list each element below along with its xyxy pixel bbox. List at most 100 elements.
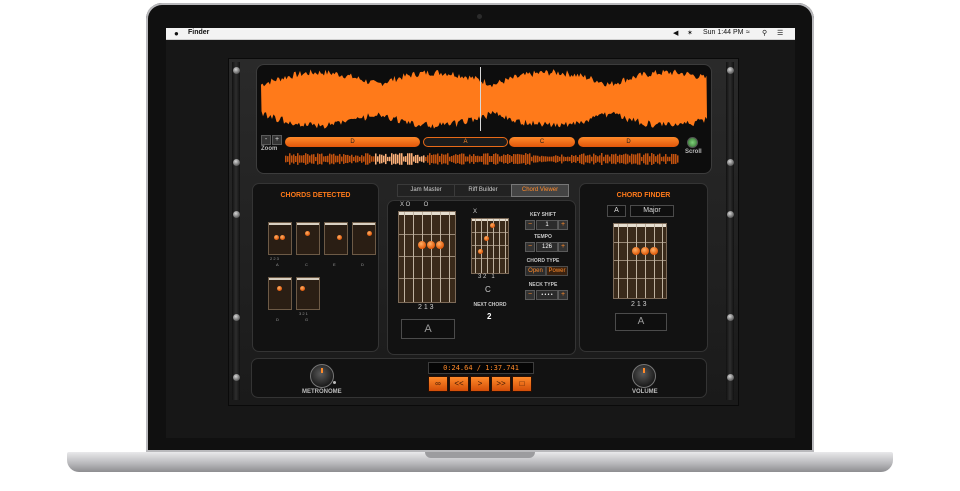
chord-thumb-label: E — [333, 262, 336, 267]
chord-thumb-d2[interactable] — [268, 277, 292, 310]
fast-forward-button[interactable]: >> — [491, 376, 511, 392]
chord-type-label: CHORD TYPE — [526, 258, 560, 264]
tempo-value[interactable]: 126 — [536, 242, 558, 252]
finger-dot — [436, 241, 444, 249]
stop-button[interactable]: □ — [512, 376, 532, 392]
neck-type-minus[interactable]: − — [525, 290, 535, 300]
overview-bar — [291, 155, 293, 163]
tempo-minus[interactable]: − — [525, 242, 535, 252]
tab-jam-master[interactable]: Jam Master — [397, 184, 455, 197]
menu-clock[interactable]: Sun 1:44 PM — [703, 29, 743, 36]
tempo-plus[interactable]: + — [558, 242, 568, 252]
overview-bar — [355, 155, 357, 163]
neck-type-value[interactable]: • • • • — [536, 290, 558, 300]
overview-bar — [315, 156, 317, 162]
overview-bar — [361, 155, 363, 163]
next-chord-diagram[interactable] — [471, 218, 509, 274]
overview-bar — [427, 155, 429, 163]
overview-bar — [409, 153, 411, 165]
play-button[interactable]: > — [470, 376, 490, 392]
overview-bar — [367, 153, 369, 165]
quality-select[interactable]: Major — [630, 205, 674, 217]
overview-bar — [477, 155, 479, 163]
overview-bar — [669, 156, 671, 162]
rewind-button[interactable]: << — [449, 376, 469, 392]
laptop-notch — [425, 452, 535, 458]
main-waveform[interactable] — [261, 69, 707, 129]
chord-type-power[interactable]: Power — [546, 266, 568, 276]
key-shift-minus[interactable]: − — [525, 220, 535, 230]
neck-type-plus[interactable]: + — [558, 290, 568, 300]
playhead[interactable] — [480, 67, 481, 131]
overview-waveform[interactable] — [285, 153, 679, 165]
overview-bar — [613, 154, 615, 164]
bluetooth-icon[interactable]: ✶ — [687, 29, 693, 37]
volume-knob[interactable] — [632, 364, 656, 388]
overview-bar — [451, 155, 453, 163]
key-shift-plus[interactable]: + — [558, 220, 568, 230]
neck-type-label: NECK TYPE — [528, 282, 558, 288]
overview-bar — [405, 156, 407, 162]
metronome-knob[interactable] — [310, 364, 334, 388]
overview-bar — [349, 155, 351, 163]
root-select[interactable]: A — [607, 205, 626, 217]
chord-thumb-fingers: 2 2 3 — [270, 256, 279, 261]
section-segment[interactable]: D — [285, 137, 420, 147]
wifi-icon[interactable]: ≈ — [746, 29, 750, 36]
screw — [233, 211, 240, 218]
segment-label: C — [539, 139, 545, 145]
overview-bar — [571, 154, 573, 164]
overview-bar — [623, 154, 625, 164]
section-segment[interactable]: D — [578, 137, 679, 147]
chord-thumb-e[interactable] — [324, 222, 348, 255]
search-icon[interactable]: ⚲ — [762, 29, 767, 37]
screen: ● Finder ◀ ✶ Sun 1:44 PM ≈ ⚲ ☰ - + Zoom — [166, 28, 795, 438]
apple-menu-icon[interactable]: ● — [174, 29, 179, 38]
chord-thumb-a[interactable] — [268, 222, 292, 255]
overview-bar — [507, 154, 509, 164]
scroll-button[interactable] — [687, 137, 698, 148]
string-markers-small: X — [473, 209, 478, 215]
overview-bar — [527, 154, 529, 164]
section-segment-active[interactable]: A — [423, 137, 508, 147]
tab-chord-viewer[interactable]: Chord Viewer — [511, 184, 569, 197]
app-name[interactable]: Finder — [188, 29, 209, 36]
chord-thumb-d[interactable] — [352, 222, 376, 255]
loop-button[interactable]: ∞ — [428, 376, 448, 392]
overview-bar — [671, 153, 673, 165]
overview-bar — [517, 153, 519, 165]
overview-bar — [399, 153, 401, 165]
chord-thumb-g[interactable] — [296, 277, 320, 310]
overview-bar — [383, 155, 385, 163]
current-chord-diagram[interactable] — [398, 211, 456, 303]
overview-bar — [567, 156, 569, 162]
overview-bar — [309, 155, 311, 163]
overview-bar — [357, 155, 359, 163]
overview-bar — [381, 154, 383, 164]
key-shift-value[interactable]: 1 — [536, 220, 558, 230]
mode-tabs: Jam Master Riff Builder Chord Viewer — [397, 184, 569, 197]
screw — [233, 314, 240, 321]
overview-bar — [301, 155, 303, 163]
overview-bar — [581, 153, 583, 165]
volume-icon[interactable]: ◀ — [673, 29, 678, 37]
screw — [727, 374, 734, 381]
tab-riff-builder[interactable]: Riff Builder — [454, 184, 512, 197]
overview-bar — [319, 154, 321, 164]
screw — [233, 67, 240, 74]
overview-bar — [627, 154, 629, 164]
overview-bar — [543, 156, 545, 162]
overview-bar — [335, 155, 337, 163]
zoom-in-button[interactable]: + — [272, 135, 282, 145]
overview-bar — [415, 155, 417, 163]
menu-icon[interactable]: ☰ — [777, 29, 783, 37]
overview-bar — [579, 154, 581, 164]
chord-type-open[interactable]: Open — [525, 266, 546, 276]
segment-label: D — [626, 139, 631, 145]
zoom-out-button[interactable]: - — [261, 135, 271, 145]
right-rail — [726, 62, 734, 400]
finder-chord-diagram[interactable] — [613, 223, 667, 299]
plugin-window: - + Zoom D A C D Scroll CHORDS DETECTED … — [228, 58, 739, 406]
section-segment[interactable]: C — [509, 137, 575, 147]
chord-thumb-c[interactable] — [296, 222, 320, 255]
